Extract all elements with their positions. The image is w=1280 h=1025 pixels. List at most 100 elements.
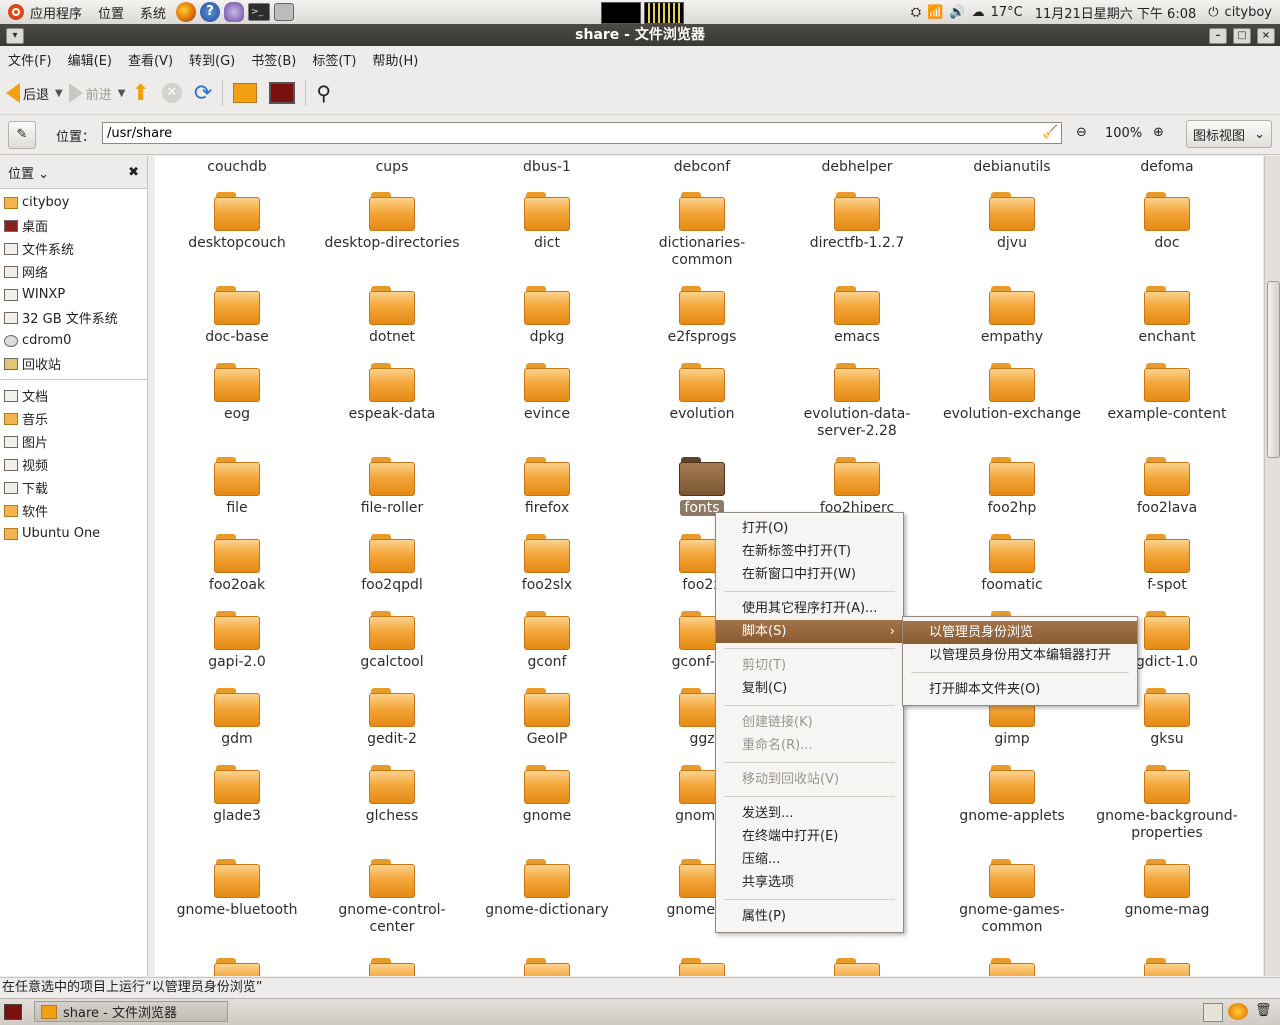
sidebar-item-network[interactable]: 网络 — [0, 260, 147, 283]
folder-item[interactable]: evolution — [627, 363, 777, 423]
context-menu-item[interactable]: 发送到... — [716, 802, 903, 825]
user-switcher[interactable]: cityboy — [1225, 5, 1272, 20]
context-menu-item[interactable]: 使用其它程序打开(A)... — [716, 597, 903, 620]
folder-item[interactable]: dict — [472, 192, 622, 252]
sidebar-item-downloads[interactable]: 下载 — [0, 476, 147, 499]
folder-item[interactable]: defoma — [1092, 159, 1242, 176]
folder-item[interactable]: gnome — [472, 765, 622, 825]
folder-item[interactable]: gconf — [472, 611, 622, 671]
folder-item[interactable]: gcalctool — [317, 611, 467, 671]
folder-item[interactable]: doc-base — [162, 286, 312, 346]
up-button[interactable]: ⬆ — [125, 76, 155, 110]
signal-icon[interactable]: 📶 — [927, 5, 943, 20]
weather-icon[interactable]: ☁ — [972, 5, 985, 20]
sidebar-item-filesystem[interactable]: 文件系统 — [0, 237, 147, 260]
zoom-level[interactable]: 100% — [1105, 126, 1142, 141]
computer-button[interactable] — [263, 76, 301, 110]
folder-item[interactable]: debianutils — [937, 159, 1087, 176]
zoom-out-icon[interactable]: ⊖ — [1076, 125, 1087, 140]
sidebar-item-music[interactable]: 音乐 — [0, 407, 147, 430]
folder-item[interactable]: cups — [317, 159, 467, 176]
back-history-dropdown[interactable]: ▼ — [55, 88, 63, 99]
window-menu-icon[interactable]: ▾ — [6, 28, 24, 44]
folder-item[interactable]: dbus-1 — [472, 159, 622, 176]
folder-item[interactable]: djvu — [937, 192, 1087, 252]
folder-item[interactable]: eog — [162, 363, 312, 423]
folder-item[interactable] — [782, 958, 932, 976]
context-menu-item[interactable]: 在新标签中打开(T) — [716, 540, 903, 563]
context-menu-item[interactable]: 脚本(S) › — [716, 620, 903, 643]
show-desktop-icon[interactable] — [4, 1004, 22, 1020]
view-mode-select[interactable]: 图标视图 ⌄ — [1186, 120, 1272, 148]
folder-item[interactable] — [162, 958, 312, 976]
cpu-monitor-graph[interactable] — [601, 2, 641, 24]
context-menu-item[interactable]: 打开(O) — [716, 517, 903, 540]
firefox-icon[interactable] — [176, 2, 197, 22]
applications-menu[interactable]: 应用程序 — [0, 0, 90, 24]
folder-item[interactable]: couchdb — [162, 159, 312, 176]
folder-item[interactable]: empathy — [937, 286, 1087, 346]
taskbar-window-button[interactable]: share - 文件浏览器 — [34, 1001, 228, 1022]
sidebar-item-home[interactable]: cityboy — [0, 191, 147, 214]
folder-item[interactable] — [937, 958, 1087, 976]
menu-edit[interactable]: 编辑(E) — [60, 50, 120, 69]
close-sidebar-icon[interactable]: ✖ — [128, 165, 139, 180]
folder-item[interactable]: gnome-applets — [937, 765, 1087, 825]
workspace-switcher-1[interactable] — [1203, 1003, 1223, 1022]
minimize-button[interactable]: – — [1209, 28, 1227, 44]
folder-item[interactable]: gnome-dictionary — [472, 859, 622, 919]
folder-item[interactable]: foo2hiperc — [782, 457, 932, 517]
folder-item[interactable]: foo2qpdl — [317, 534, 467, 594]
folder-item[interactable]: doc — [1092, 192, 1242, 252]
window-titlebar[interactable]: ▾ share - 文件浏览器 – □ × — [0, 24, 1280, 46]
submenu-item[interactable]: 以管理员身份浏览 — [903, 621, 1137, 644]
zoom-in-icon[interactable]: ⊕ — [1153, 125, 1164, 140]
close-button[interactable]: × — [1257, 28, 1275, 44]
folder-item[interactable] — [1092, 958, 1242, 976]
menu-file[interactable]: 文件(F) — [0, 50, 60, 69]
clear-location-icon[interactable]: 🧹 — [1042, 125, 1058, 140]
folder-item[interactable]: example-content — [1092, 363, 1242, 423]
folder-item[interactable]: foo2oak — [162, 534, 312, 594]
menu-tabs[interactable]: 标签(T) — [304, 50, 364, 69]
menu-view[interactable]: 查看(V) — [120, 50, 181, 69]
temperature-label[interactable]: 17°C — [991, 5, 1023, 20]
volume-icon[interactable]: 🔊 — [949, 5, 965, 20]
help-icon[interactable]: ? — [200, 2, 221, 22]
sidebar-item-videos[interactable]: 视频 — [0, 453, 147, 476]
folder-item[interactable]: gnome-games- common — [937, 859, 1087, 936]
folder-item[interactable]: e2fsprogs — [627, 286, 777, 346]
folder-item[interactable]: gnome-bluetooth — [162, 859, 312, 919]
folder-item[interactable]: gnome-control- center — [317, 859, 467, 936]
folder-item[interactable] — [627, 958, 777, 976]
folder-item[interactable]: debconf — [627, 159, 777, 176]
folder-item[interactable]: gedit-2 — [317, 688, 467, 748]
folder-item[interactable]: enchant — [1092, 286, 1242, 346]
context-menu-item[interactable]: 在终端中打开(E) — [716, 825, 903, 848]
screenshot-icon[interactable] — [274, 3, 295, 21]
file-icon-view[interactable]: couchdb cups dbus-1 debconf debhelper debianu… — [155, 156, 1263, 976]
sidebar-item-trash[interactable]: 回收站 — [0, 352, 147, 375]
folder-item[interactable]: glade3 — [162, 765, 312, 825]
power-icon[interactable]: ⏻ — [1208, 5, 1218, 20]
menu-bookmarks[interactable]: 书签(B) — [243, 50, 304, 69]
context-menu-item[interactable]: 属性(P) — [716, 905, 903, 928]
sidebar-item-documents[interactable]: 文档 — [0, 384, 147, 407]
search-button[interactable]: ⚲ — [310, 76, 337, 110]
folder-item[interactable]: foo2hp — [937, 457, 1087, 517]
terminal-icon[interactable]: >_ — [248, 3, 271, 21]
sidebar-item-ubuntu-one[interactable]: Ubuntu One — [0, 522, 147, 545]
folder-item[interactable]: dictionaries- common — [627, 192, 777, 269]
vertical-scrollbar[interactable] — [1264, 156, 1280, 976]
folder-item[interactable]: foo2lava — [1092, 457, 1242, 517]
folder-item[interactable] — [472, 958, 622, 976]
sidebar-item-cdrom[interactable]: cdrom0 — [0, 329, 147, 352]
sidebar-item-desktop[interactable]: 桌面 — [0, 214, 147, 237]
places-menu[interactable]: 位置 — [90, 0, 132, 24]
pidgin-icon[interactable] — [224, 2, 245, 22]
maximize-button[interactable]: □ — [1233, 28, 1251, 44]
forward-button[interactable]: 前进 — [63, 76, 118, 110]
sidebar-item-32gb[interactable]: 32 GB 文件系统 — [0, 306, 147, 329]
folder-item[interactable]: gdm — [162, 688, 312, 748]
folder-item[interactable]: foomatic — [937, 534, 1087, 594]
